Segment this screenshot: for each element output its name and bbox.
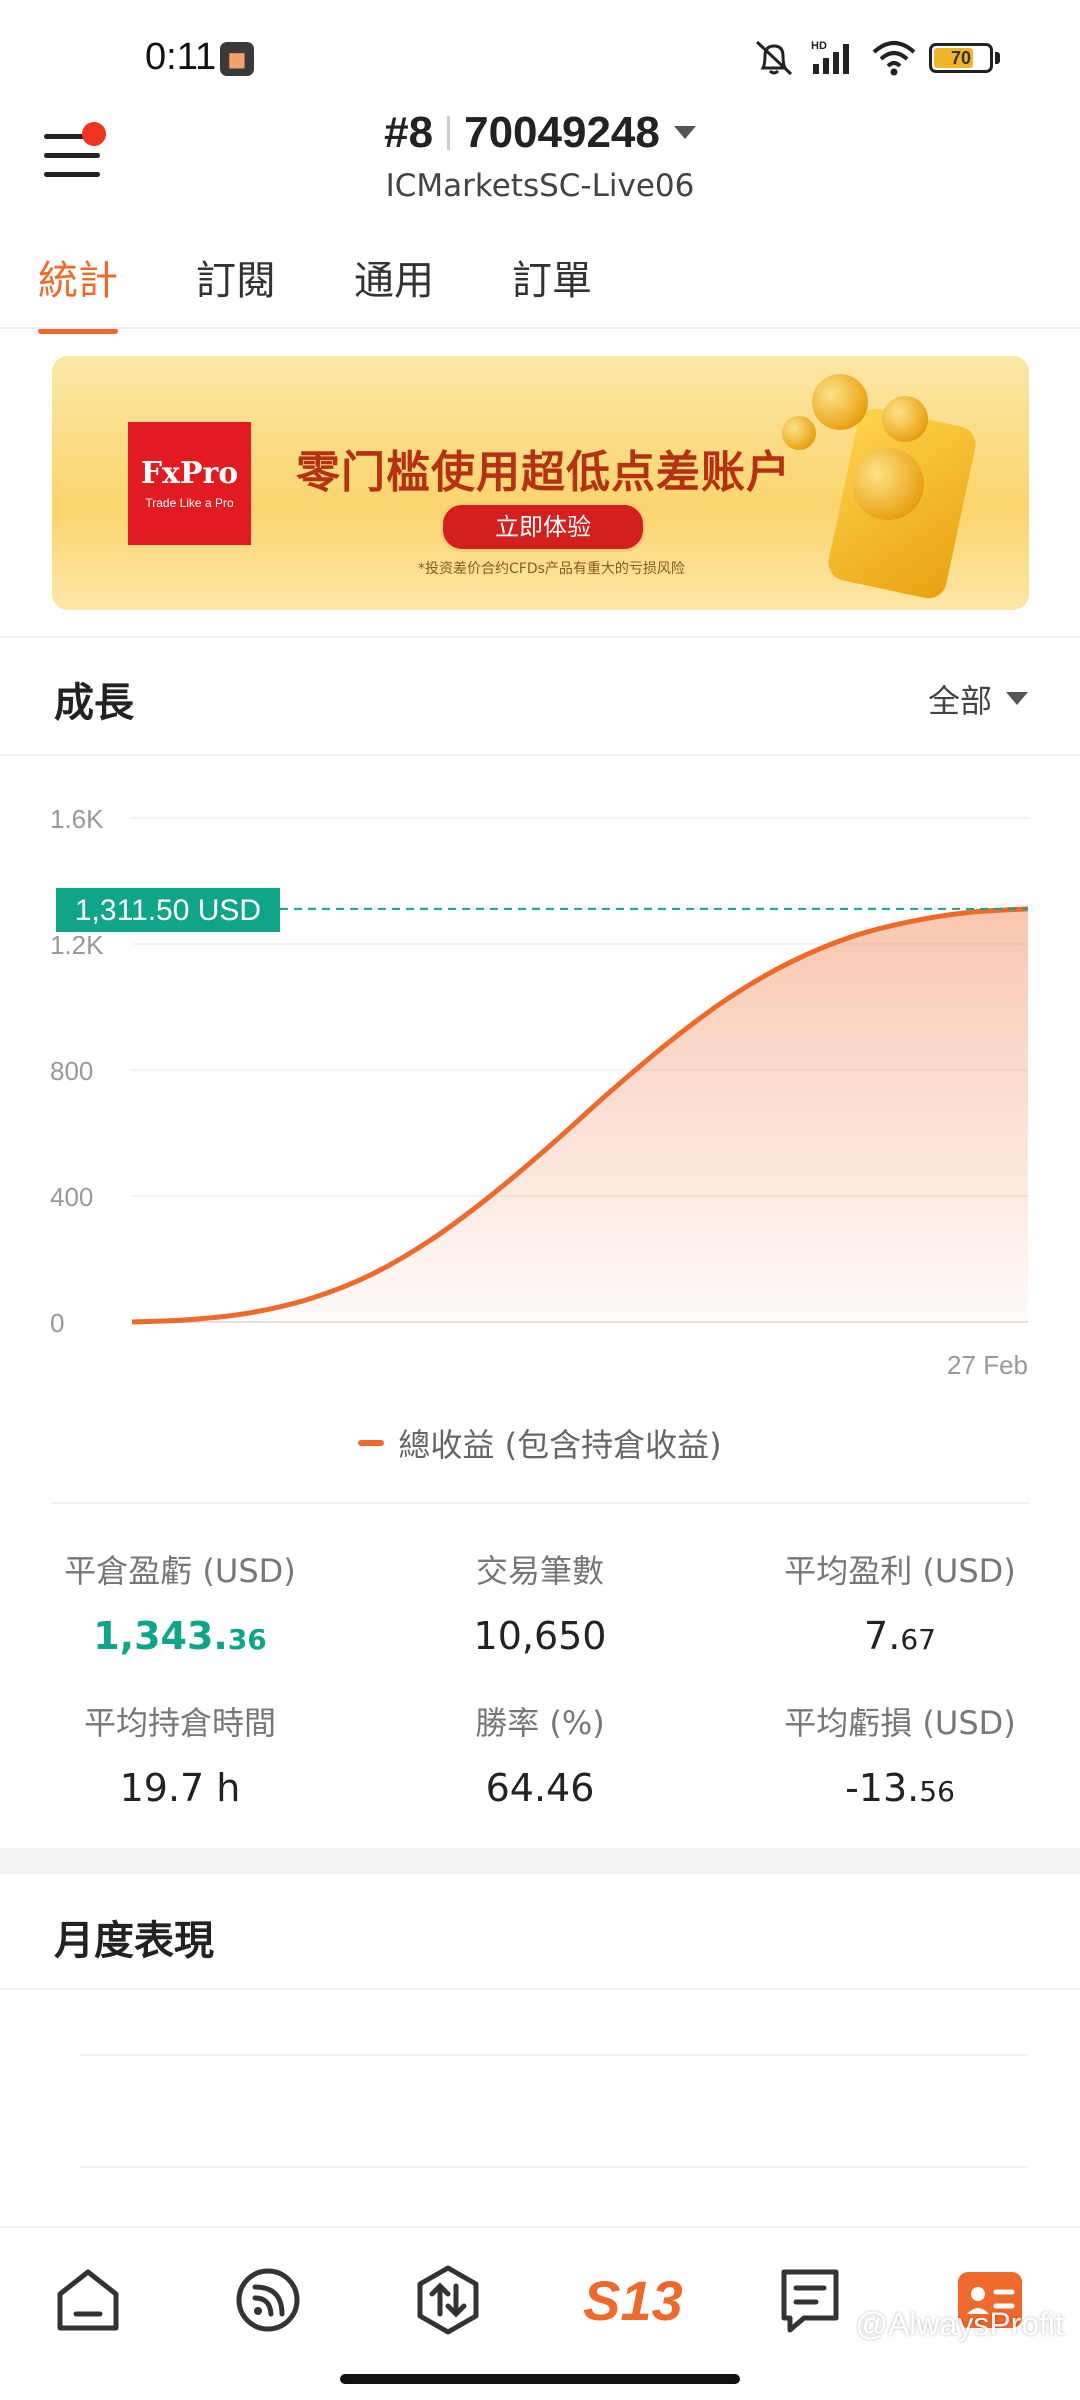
account-selector[interactable]: #8 70049248: [0, 108, 1080, 158]
app-notification-icon: ■: [220, 42, 254, 76]
stat-label: 勝率 (%): [475, 1704, 605, 1742]
stat-value: 10,650: [360, 1614, 720, 1658]
y-tick-label: 0: [50, 1308, 64, 1338]
stat-int: 64.46: [485, 1766, 595, 1810]
legend-label: 總收益 (包含持倉收益): [398, 1426, 722, 1464]
coin-icon: [782, 416, 816, 450]
stat-label: 平均持倉時間: [83, 1704, 276, 1742]
stat-closed-pnl: 平倉盈虧 (USD) 1,343.36: [0, 1546, 360, 1658]
coin-icon: [852, 448, 924, 520]
hd-signal-icon: HD: [811, 40, 849, 74]
divider: [0, 754, 1080, 756]
stat-avg-profit: 平均盈利 (USD) 7.67: [720, 1546, 1080, 1658]
dropdown-caret-icon: [673, 126, 696, 139]
coin-icon: [812, 374, 868, 430]
stat-label: 平倉盈虧 (USD): [64, 1552, 296, 1590]
home-icon[interactable]: [48, 2260, 128, 2340]
signal-feed-icon[interactable]: [228, 2260, 308, 2340]
battery-icon: 70: [929, 43, 993, 73]
battery-level: 70: [950, 48, 972, 68]
stat-value: 1,343.36: [0, 1614, 360, 1658]
tab-subscribe[interactable]: 訂閱: [196, 248, 276, 334]
tab-statistics[interactable]: 統計: [38, 248, 118, 334]
stat-int: 1,343.: [93, 1614, 228, 1658]
stat-value: -13.56: [720, 1766, 1080, 1810]
banner-headline: 零门槛使用超低点差账户: [296, 447, 791, 498]
section-separator: [0, 1848, 1080, 1874]
y-tick-label: 800: [50, 1056, 93, 1086]
divider: [52, 1502, 1029, 1504]
mute-icon: [755, 40, 793, 76]
stat-label: 平均盈利 (USD): [784, 1552, 1016, 1590]
gesture-handle[interactable]: [340, 2374, 740, 2384]
messages-icon[interactable]: [770, 2260, 850, 2340]
stat-dec: 67: [900, 1623, 936, 1656]
brand-name: FxPro: [140, 456, 239, 491]
stat-label: 平均虧損 (USD): [784, 1704, 1016, 1742]
stat-dec: 36: [227, 1623, 267, 1656]
stat-value: 7.67: [720, 1614, 1080, 1658]
y-tick-label: 1.2K: [50, 930, 104, 960]
divider: [0, 636, 1080, 638]
stat-int: -13.: [845, 1766, 920, 1810]
brand-tagline: Trade Like a Pro: [145, 496, 234, 510]
svg-text:HD: HD: [811, 40, 827, 52]
fxpro-logo: FxPro Trade Like a Pro: [128, 422, 251, 545]
status-time: 0:11: [145, 36, 217, 78]
tab-bar: 統計 訂閱 通用 訂單: [38, 248, 592, 334]
growth-chart: 0 400 800 1.2K 1.6K 27 Feb: [50, 804, 1029, 1380]
stat-value: 64.46: [360, 1766, 720, 1810]
divider: [0, 327, 1080, 329]
current-value-tag: 1,311.50 USD: [56, 888, 280, 932]
range-filter[interactable]: 全部: [928, 676, 992, 722]
monthly-gridline: [80, 2166, 1028, 2168]
monthly-title: 月度表現: [54, 1918, 214, 1964]
trade-icon[interactable]: [408, 2260, 488, 2340]
stat-avg-loss: 平均虧損 (USD) -13.56: [720, 1698, 1080, 1810]
stat-value: 19.7 h: [0, 1766, 360, 1810]
account-number: 70049248: [464, 108, 660, 157]
y-tick-label: 400: [50, 1182, 93, 1212]
s13-logo-text: S13: [583, 2269, 683, 2332]
stat-int: 10,650: [473, 1614, 607, 1658]
tab-orders[interactable]: 訂單: [512, 248, 592, 334]
account-server: ICMarketsSC-Live06: [385, 168, 695, 204]
x-tick-label: 27 Feb: [947, 1350, 1028, 1380]
promo-banner[interactable]: FxPro Trade Like a Pro 零门槛使用超低点差账户 立即体验 …: [52, 356, 1029, 610]
monthly-gridline: [80, 2054, 1028, 2056]
banner-disclaimer: *投资差价合约CFDs产品有重大的亏损风险: [418, 561, 685, 577]
y-tick-label: 1.6K: [50, 804, 104, 834]
wifi-icon: [872, 41, 916, 76]
stat-win-rate: 勝率 (%) 64.46: [360, 1698, 720, 1810]
banner-cta-button[interactable]: 立即体验: [440, 502, 646, 552]
chart-legend: 總收益 (包含持倉收益): [0, 1420, 1080, 1466]
stat-dec: 56: [919, 1775, 955, 1808]
growth-title: 成長: [54, 680, 134, 726]
legend-line-icon: [358, 1440, 385, 1446]
divider: [0, 1988, 1080, 1990]
coin-icon: [882, 396, 928, 442]
growth-area: [132, 908, 1028, 1322]
battery-tip: [995, 52, 1000, 64]
account-rank: #8: [384, 108, 434, 157]
stat-label: 交易筆數: [475, 1552, 604, 1590]
watermark: @AlwaysProfit: [855, 2306, 1064, 2342]
stat-avg-hold-time: 平均持倉時間 19.7 h: [0, 1698, 360, 1810]
stat-int: 19.7 h: [119, 1766, 241, 1810]
stat-int: 7.: [864, 1614, 901, 1658]
tab-general[interactable]: 通用: [354, 248, 434, 334]
dropdown-caret-icon[interactable]: [1006, 692, 1028, 705]
stat-trade-count: 交易筆數 10,650: [360, 1546, 720, 1658]
status-icons: HD 70: [751, 36, 1000, 80]
s13-logo-icon[interactable]: S13: [578, 2260, 688, 2340]
